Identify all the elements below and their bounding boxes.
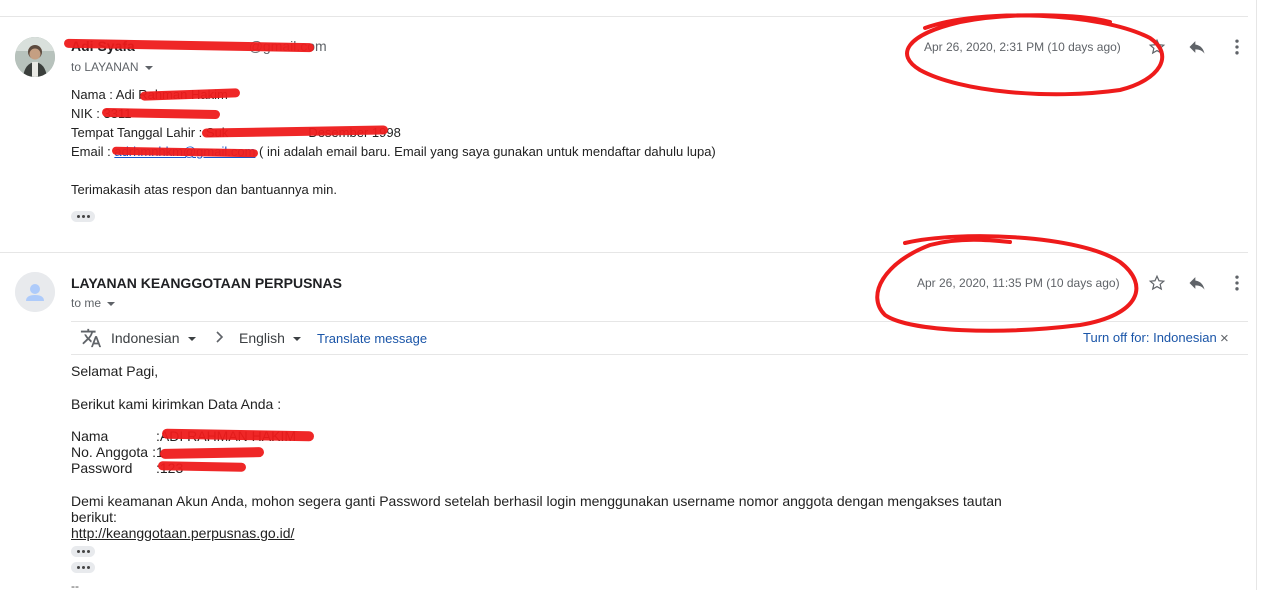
annotation-circle bbox=[875, 234, 1139, 333]
annotation-circle bbox=[905, 13, 1165, 97]
annotation-overlay bbox=[875, 13, 1165, 333]
